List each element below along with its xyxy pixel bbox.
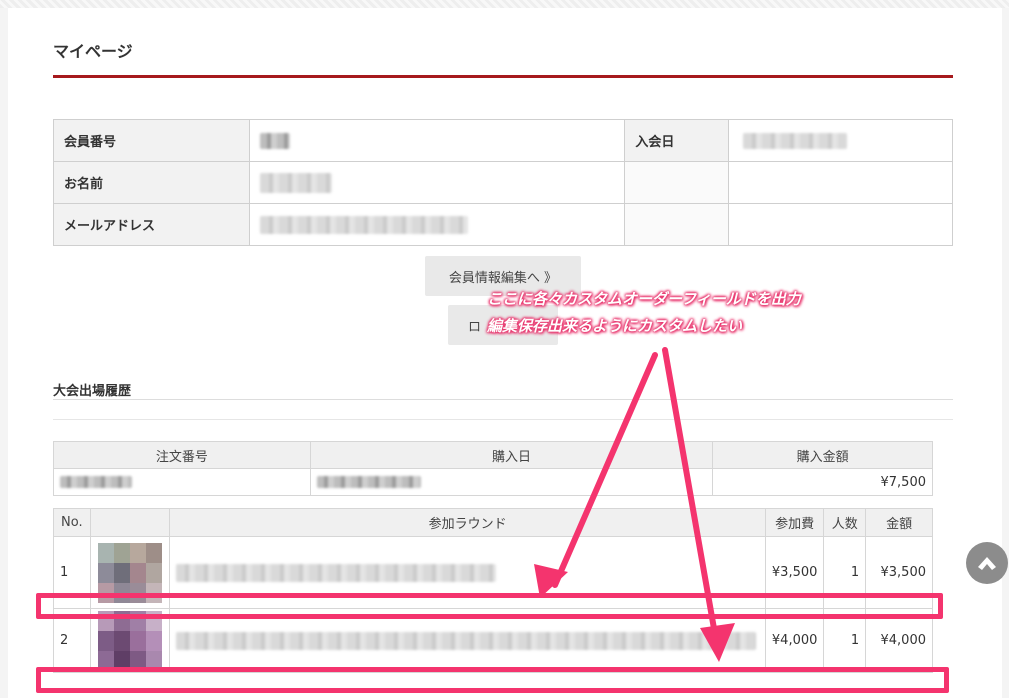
top-strip (0, 0, 1009, 8)
redacted-round (176, 563, 497, 582)
thumbnail-image (97, 610, 162, 671)
redacted-purchase-date (316, 476, 421, 488)
highlight-box-row2 (36, 667, 949, 693)
redacted-member-no (259, 132, 290, 149)
name-label: お名前 (53, 161, 250, 204)
history-title: 大会出場履歴 (53, 384, 132, 399)
order-no-header: 注文番号 (53, 441, 311, 469)
order-header-row: 注文番号 購入日 購入金額 (53, 441, 933, 469)
empty-cell (624, 203, 730, 246)
fee-header: 参加費 (764, 508, 825, 537)
member-no-label: 会員番号 (53, 119, 250, 162)
round-header: 参加ラウンド (169, 508, 766, 537)
empty-cell (728, 161, 953, 204)
scroll-top-button[interactable] (966, 542, 1008, 584)
items-header-row: No. 参加ラウンド 参加費 人数 金額 (53, 508, 933, 537)
join-date-value (728, 119, 953, 162)
items-table: No. 参加ラウンド 参加費 人数 金額 1 ¥3,500 1 ¥3,500 2 (53, 508, 933, 673)
order-no-value (53, 468, 311, 496)
member-info-table: 会員番号 入会日 お名前 メールアドレス (53, 119, 953, 246)
amount-header: 金額 (865, 508, 933, 537)
empty-cell (624, 161, 730, 204)
member-row-name: お名前 (53, 161, 953, 204)
order-row: ¥7,500 (53, 468, 933, 496)
redacted-name (259, 172, 332, 193)
thumbnail-header (89, 508, 171, 537)
purchase-amount-header: 購入金額 (712, 441, 933, 469)
redacted-round (176, 631, 757, 650)
order-table: 注文番号 購入日 購入金額 ¥7,500 (53, 441, 933, 496)
annotation-line2: 編集保存出来るようにカスタムしたい (487, 317, 743, 335)
highlight-box-row1 (36, 593, 943, 619)
history-rule (53, 419, 953, 420)
chevron-up-circle-icon (978, 557, 996, 570)
qty-header: 人数 (823, 508, 867, 537)
redacted-email (259, 215, 468, 234)
empty-cell (728, 203, 953, 246)
order-total: ¥7,500 (712, 468, 933, 496)
email-value (248, 203, 626, 246)
redacted-order-no (60, 476, 132, 488)
purchase-date-header: 購入日 (309, 441, 714, 469)
name-value (248, 161, 626, 204)
member-row-email: メールアドレス (53, 203, 953, 246)
title-rule (53, 75, 953, 78)
no-header: No. (53, 508, 91, 537)
purchase-date-value (309, 468, 714, 496)
page-title: マイページ (53, 42, 133, 61)
member-row-number: 会員番号 入会日 (53, 119, 953, 162)
join-date-label: 入会日 (624, 119, 730, 162)
redacted-join-date (743, 132, 848, 149)
member-no-value (248, 119, 626, 162)
history-rule (53, 399, 953, 400)
email-label: メールアドレス (53, 203, 250, 246)
annotation-line1: ここに各々カスタムオーダーフィールドを出力 (487, 290, 801, 308)
